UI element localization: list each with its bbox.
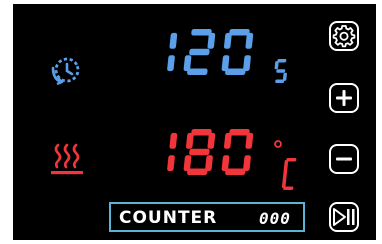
digit-segment — [223, 32, 232, 49]
digit-segment — [187, 168, 208, 175]
decrease-button[interactable] — [329, 144, 359, 174]
start-pause-button[interactable] — [329, 202, 359, 232]
gear-icon — [332, 25, 356, 48]
counter-display: COUNTER 000 — [109, 202, 305, 232]
digit-segment — [281, 160, 289, 188]
digit-segment — [189, 48, 210, 56]
temperature-value-display — [167, 129, 254, 175]
seven-segment-digit — [274, 59, 287, 83]
play-pause-icon — [333, 208, 355, 226]
digit-segment — [229, 129, 250, 136]
digit-segment — [283, 186, 294, 190]
plus-icon — [336, 90, 352, 106]
digit-segment — [169, 132, 178, 149]
timer-unit-display — [274, 59, 287, 83]
digit-segment — [185, 132, 194, 149]
seven-segment-digit — [221, 29, 254, 75]
settings-button[interactable] — [329, 21, 359, 51]
digit-segment — [169, 32, 178, 49]
degree-symbol — [274, 140, 282, 148]
digit-segment — [191, 129, 212, 136]
digit-segment — [223, 132, 232, 149]
digit-segment — [167, 155, 175, 172]
counter-value: 000 — [259, 209, 291, 228]
heating-waves-icon — [51, 143, 83, 175]
digit-segment — [225, 168, 246, 175]
digit-segment — [191, 29, 212, 36]
seven-segment-digit — [167, 132, 178, 172]
digit-segment — [275, 79, 285, 83]
counter-label: COUNTER — [119, 208, 218, 228]
seven-segment-digit — [167, 32, 178, 72]
temperature-unit-display — [274, 140, 297, 190]
digit-segment — [276, 69, 286, 73]
seven-segment-digit — [183, 29, 216, 75]
digit-segment — [225, 68, 246, 75]
timer-clock-icon — [51, 57, 80, 86]
digit-segment — [167, 55, 175, 72]
control-panel: COUNTER 000 — [13, 4, 376, 240]
digit-segment — [274, 61, 279, 70]
increase-button[interactable] — [329, 83, 359, 113]
celsius-letter — [281, 158, 297, 190]
timer-value-display — [167, 29, 254, 75]
digit-segment — [229, 29, 250, 36]
digit-segment — [187, 68, 208, 75]
minus-icon — [336, 157, 352, 161]
digit-segment — [189, 148, 210, 156]
seven-segment-digit — [183, 129, 216, 175]
seven-segment-digit — [221, 129, 254, 175]
